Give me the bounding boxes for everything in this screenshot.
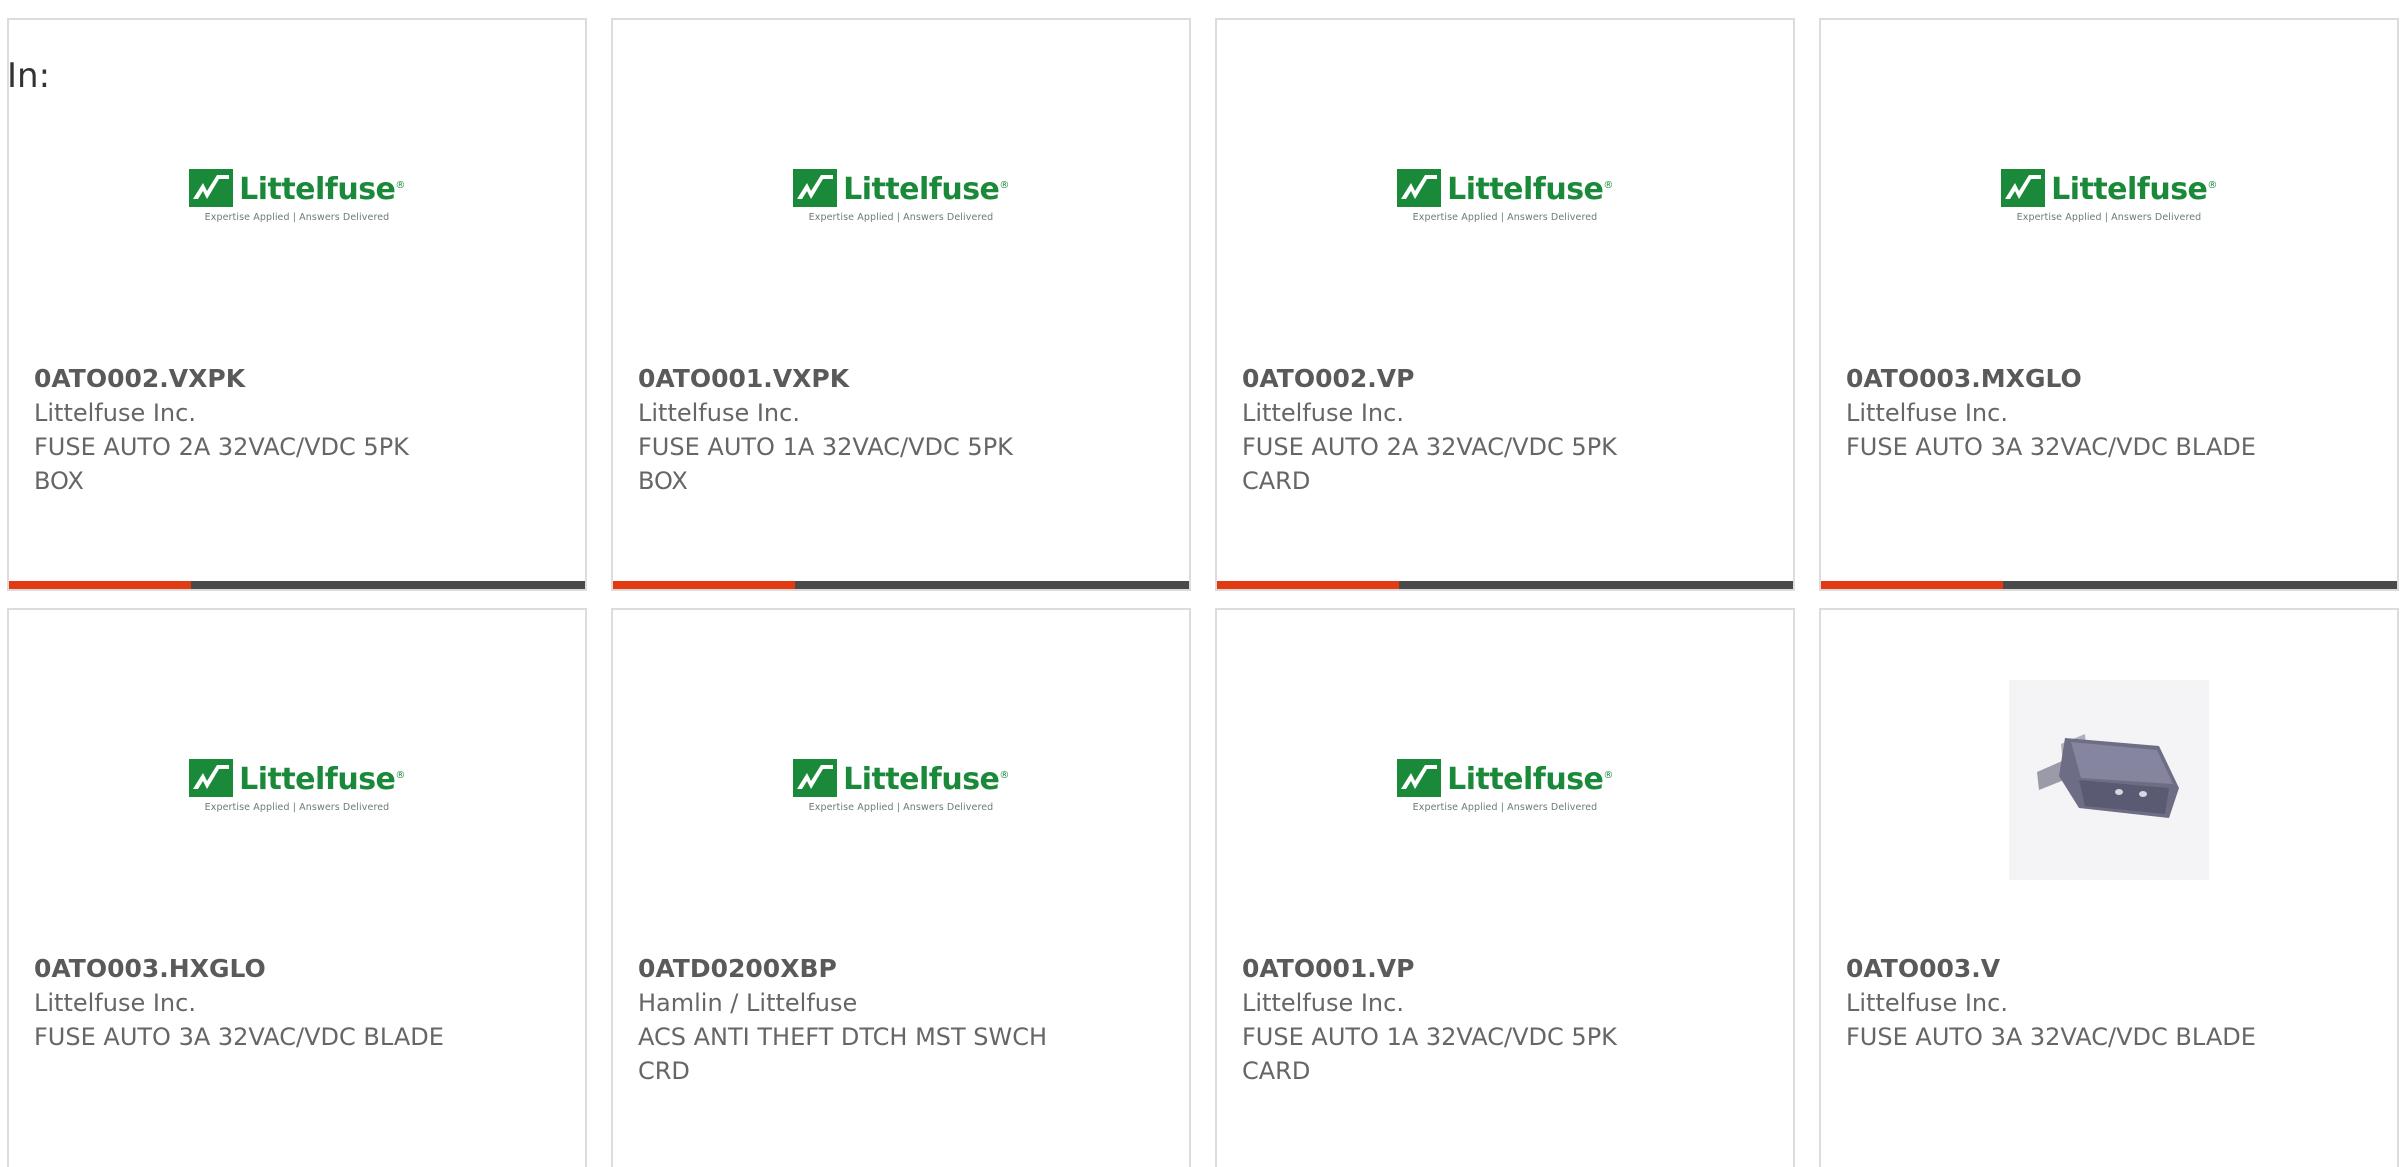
- dark-segment: [191, 581, 585, 589]
- part-number[interactable]: 0ATD0200XBP: [638, 952, 1169, 986]
- littelfuse-logo: Littelfuse® Expertise Applied | Answers …: [189, 167, 405, 223]
- logo-wordmark: Littelfuse®: [239, 762, 405, 797]
- logo-wordmark: Littelfuse®: [1447, 172, 1613, 207]
- accent-segment: [1217, 581, 1399, 589]
- accent-segment: [1821, 581, 2003, 589]
- littelfuse-logo: Littelfuse® Expertise Applied | Answers …: [189, 757, 405, 813]
- littelfuse-logo-icon: [189, 169, 234, 207]
- blade-fuse-photo: [2009, 680, 2209, 880]
- manufacturer-name: Littelfuse Inc.: [1242, 399, 1404, 427]
- part-number[interactable]: 0ATO002.VXPK: [34, 362, 565, 396]
- manufacturer-name: Littelfuse Inc.: [34, 399, 196, 427]
- littelfuse-logo: Littelfuse® Expertise Applied | Answers …: [2001, 167, 2217, 223]
- product-description: FUSE AUTO 3A 32VAC/VDC BLADE: [1846, 433, 2256, 461]
- product-card[interactable]: Littelfuse® Expertise Applied | Answers …: [611, 18, 1191, 591]
- manufacturer-name: Littelfuse Inc.: [34, 989, 196, 1017]
- card-accent-bar: [1217, 581, 1793, 589]
- in-filter-label: In:: [7, 56, 51, 96]
- accent-segment: [613, 581, 795, 589]
- littelfuse-logo: Littelfuse® Expertise Applied | Answers …: [1397, 167, 1613, 223]
- manufacturer-name: Littelfuse Inc.: [1846, 399, 2008, 427]
- logo-tagline: Expertise Applied | Answers Delivered: [204, 802, 390, 813]
- dark-segment: [795, 581, 1189, 589]
- logo-wordmark: Littelfuse®: [2051, 172, 2217, 207]
- registered-mark: ®: [395, 770, 405, 781]
- product-grid: Littelfuse® Expertise Applied | Answers …: [7, 18, 2400, 1167]
- registered-mark: ®: [1603, 770, 1613, 781]
- registered-mark: ®: [1603, 180, 1613, 191]
- logo-wordmark: Littelfuse®: [239, 172, 405, 207]
- product-description: FUSE AUTO 1A 32VAC/VDC 5PK BOX: [638, 433, 1013, 495]
- logo-tagline: Expertise Applied | Answers Delivered: [2016, 212, 2202, 223]
- product-card[interactable]: Littelfuse® Expertise Applied | Answers …: [1819, 18, 2399, 591]
- registered-mark: ®: [999, 180, 1009, 191]
- part-number[interactable]: 0ATO001.VXPK: [638, 362, 1169, 396]
- product-card[interactable]: Littelfuse® Expertise Applied | Answers …: [611, 608, 1191, 1167]
- logo-wordmark: Littelfuse®: [843, 762, 1009, 797]
- littelfuse-logo-icon: [793, 169, 838, 207]
- logo-tagline: Expertise Applied | Answers Delivered: [808, 212, 994, 223]
- manufacturer-name: Littelfuse Inc.: [638, 399, 800, 427]
- manufacturer-name: Hamlin / Littelfuse: [638, 989, 858, 1017]
- part-number[interactable]: 0ATO002.VP: [1242, 362, 1773, 396]
- product-image: Littelfuse® Expertise Applied | Answers …: [9, 150, 585, 240]
- registered-mark: ®: [999, 770, 1009, 781]
- logo-tagline: Expertise Applied | Answers Delivered: [1412, 802, 1598, 813]
- product-description: ACS ANTI THEFT DTCH MST SWCH CRD: [638, 1023, 1048, 1085]
- product-card[interactable]: Littelfuse® Expertise Applied | Answers …: [7, 608, 587, 1167]
- part-number[interactable]: 0ATO003.V: [1846, 952, 2377, 986]
- manufacturer-name: Littelfuse Inc.: [1242, 989, 1404, 1017]
- card-accent-bar: [613, 581, 1189, 589]
- logo-tagline: Expertise Applied | Answers Delivered: [808, 802, 994, 813]
- littelfuse-logo-icon: [1397, 759, 1442, 797]
- card-accent-bar: [1821, 581, 2397, 589]
- product-image: Littelfuse® Expertise Applied | Answers …: [613, 150, 1189, 240]
- littelfuse-logo-icon: [1397, 169, 1442, 207]
- accent-segment: [9, 581, 191, 589]
- littelfuse-logo-icon: [793, 759, 838, 797]
- dark-segment: [1399, 581, 1793, 589]
- littelfuse-logo: Littelfuse® Expertise Applied | Answers …: [793, 757, 1009, 813]
- card-accent-bar: [9, 581, 585, 589]
- product-description: FUSE AUTO 2A 32VAC/VDC 5PK CARD: [1242, 433, 1617, 495]
- littelfuse-logo: Littelfuse® Expertise Applied | Answers …: [793, 167, 1009, 223]
- product-description: FUSE AUTO 1A 32VAC/VDC 5PK CARD: [1242, 1023, 1617, 1085]
- logo-wordmark: Littelfuse®: [1447, 762, 1613, 797]
- littelfuse-logo-icon: [189, 759, 234, 797]
- logo-tagline: Expertise Applied | Answers Delivered: [1412, 212, 1598, 223]
- product-image: Littelfuse® Expertise Applied | Answers …: [1217, 150, 1793, 240]
- product-card[interactable]: 0ATO003.V Littelfuse Inc. FUSE AUTO 3A 3…: [1819, 608, 2399, 1167]
- product-description: FUSE AUTO 2A 32VAC/VDC 5PK BOX: [34, 433, 409, 495]
- product-description: FUSE AUTO 3A 32VAC/VDC BLADE: [34, 1023, 444, 1051]
- product-card[interactable]: Littelfuse® Expertise Applied | Answers …: [1215, 18, 1795, 591]
- dark-segment: [2003, 581, 2397, 589]
- product-results-page: In: Littelfuse® Expertise Applied | Answ…: [0, 0, 2400, 1167]
- product-image: Littelfuse® Expertise Applied | Answers …: [1821, 150, 2397, 240]
- registered-mark: ®: [2207, 180, 2217, 191]
- part-number[interactable]: 0ATO001.VP: [1242, 952, 1773, 986]
- logo-tagline: Expertise Applied | Answers Delivered: [204, 212, 390, 223]
- product-image: Littelfuse® Expertise Applied | Answers …: [9, 740, 585, 830]
- part-number[interactable]: 0ATO003.MXGLO: [1846, 362, 2377, 396]
- product-image: [1821, 670, 2397, 890]
- product-description: FUSE AUTO 3A 32VAC/VDC BLADE: [1846, 1023, 2256, 1051]
- product-image: Littelfuse® Expertise Applied | Answers …: [1217, 740, 1793, 830]
- part-number[interactable]: 0ATO003.HXGLO: [34, 952, 565, 986]
- registered-mark: ®: [395, 180, 405, 191]
- manufacturer-name: Littelfuse Inc.: [1846, 989, 2008, 1017]
- littelfuse-logo: Littelfuse® Expertise Applied | Answers …: [1397, 757, 1613, 813]
- product-card[interactable]: Littelfuse® Expertise Applied | Answers …: [1215, 608, 1795, 1167]
- product-image: Littelfuse® Expertise Applied | Answers …: [613, 740, 1189, 830]
- product-card[interactable]: Littelfuse® Expertise Applied | Answers …: [7, 18, 587, 591]
- littelfuse-logo-icon: [2001, 169, 2046, 207]
- logo-wordmark: Littelfuse®: [843, 172, 1009, 207]
